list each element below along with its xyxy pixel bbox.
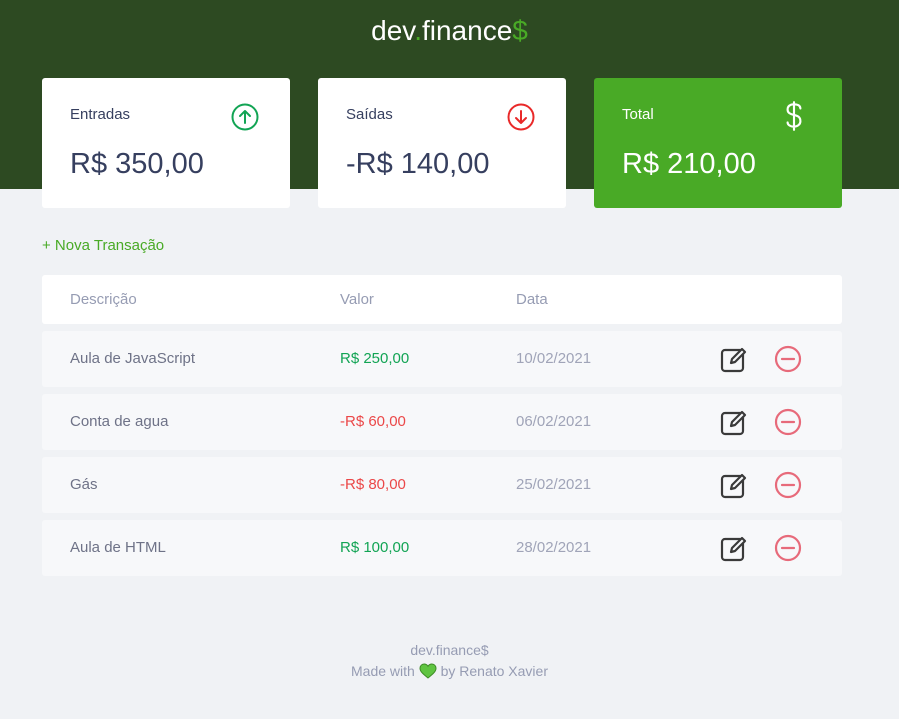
logo-dollar: $ (512, 15, 528, 46)
row-amount: R$ 250,00 (340, 350, 410, 367)
footer: dev.finance$ Made with by Renato Xavier (0, 640, 899, 682)
heart-icon (419, 663, 437, 679)
edit-icon[interactable] (719, 533, 749, 563)
logo-finance: finance (421, 15, 513, 46)
footer-by: by Renato Xavier (440, 663, 548, 679)
row-date: 28/02/2021 (516, 539, 592, 556)
remove-icon[interactable] (773, 533, 803, 563)
remove-icon[interactable] (773, 344, 803, 374)
total-label: Total (622, 106, 654, 123)
row-date: 06/02/2021 (516, 413, 592, 430)
row-date: 10/02/2021 (516, 350, 592, 367)
edit-icon[interactable] (719, 344, 749, 374)
dollar-icon (786, 101, 802, 131)
arrow-up-circle-icon (231, 103, 259, 131)
footer-brand: dev.finance$ (410, 642, 489, 658)
logo-dot: . (414, 15, 422, 46)
logo-main: dev (371, 15, 415, 46)
edit-icon[interactable] (719, 470, 749, 500)
remove-icon[interactable] (773, 470, 803, 500)
row-description: Aula de HTML (70, 539, 166, 556)
row-date: 25/02/2021 (516, 476, 592, 493)
row-amount: -R$ 60,00 (340, 413, 406, 430)
table-header: Descrição Valor Data (42, 275, 842, 324)
row-description: Gás (70, 476, 98, 493)
expense-card: Saídas -R$ 140,00 (318, 78, 566, 208)
income-label: Entradas (70, 106, 131, 123)
arrow-down-circle-icon (507, 103, 535, 131)
table-row: Conta de agua -R$ 60,00 06/02/2021 (42, 394, 842, 450)
row-description: Conta de agua (70, 413, 169, 430)
app-logo: dev.finance$ (0, 15, 899, 47)
income-value: R$ 350,00 (70, 148, 204, 180)
header-amount: Valor (340, 291, 374, 308)
header-description: Descrição (70, 291, 137, 308)
remove-icon[interactable] (773, 407, 803, 437)
table-row: Aula de HTML R$ 100,00 28/02/2021 (42, 520, 842, 576)
row-description: Aula de JavaScript (70, 350, 196, 367)
footer-credit: Made with by Renato Xavier (0, 661, 899, 682)
expense-value: -R$ 140,00 (346, 148, 490, 180)
total-card: Total R$ 210,00 (594, 78, 842, 208)
row-amount: -R$ 80,00 (340, 476, 406, 493)
header-date: Data (516, 291, 548, 308)
table-row: Aula de JavaScript R$ 250,00 10/02/2021 (42, 331, 842, 387)
income-card: Entradas R$ 350,00 (42, 78, 290, 208)
total-value: R$ 210,00 (622, 148, 756, 180)
edit-icon[interactable] (719, 407, 749, 437)
table-row: Gás -R$ 80,00 25/02/2021 (42, 457, 842, 513)
new-transaction-link[interactable]: + Nova Transação (42, 237, 164, 254)
row-amount: R$ 100,00 (340, 539, 410, 556)
transactions-table: Descrição Valor Data Aula de JavaScript … (42, 275, 842, 576)
expense-label: Saídas (346, 106, 393, 123)
footer-made-with: Made with (351, 663, 415, 679)
